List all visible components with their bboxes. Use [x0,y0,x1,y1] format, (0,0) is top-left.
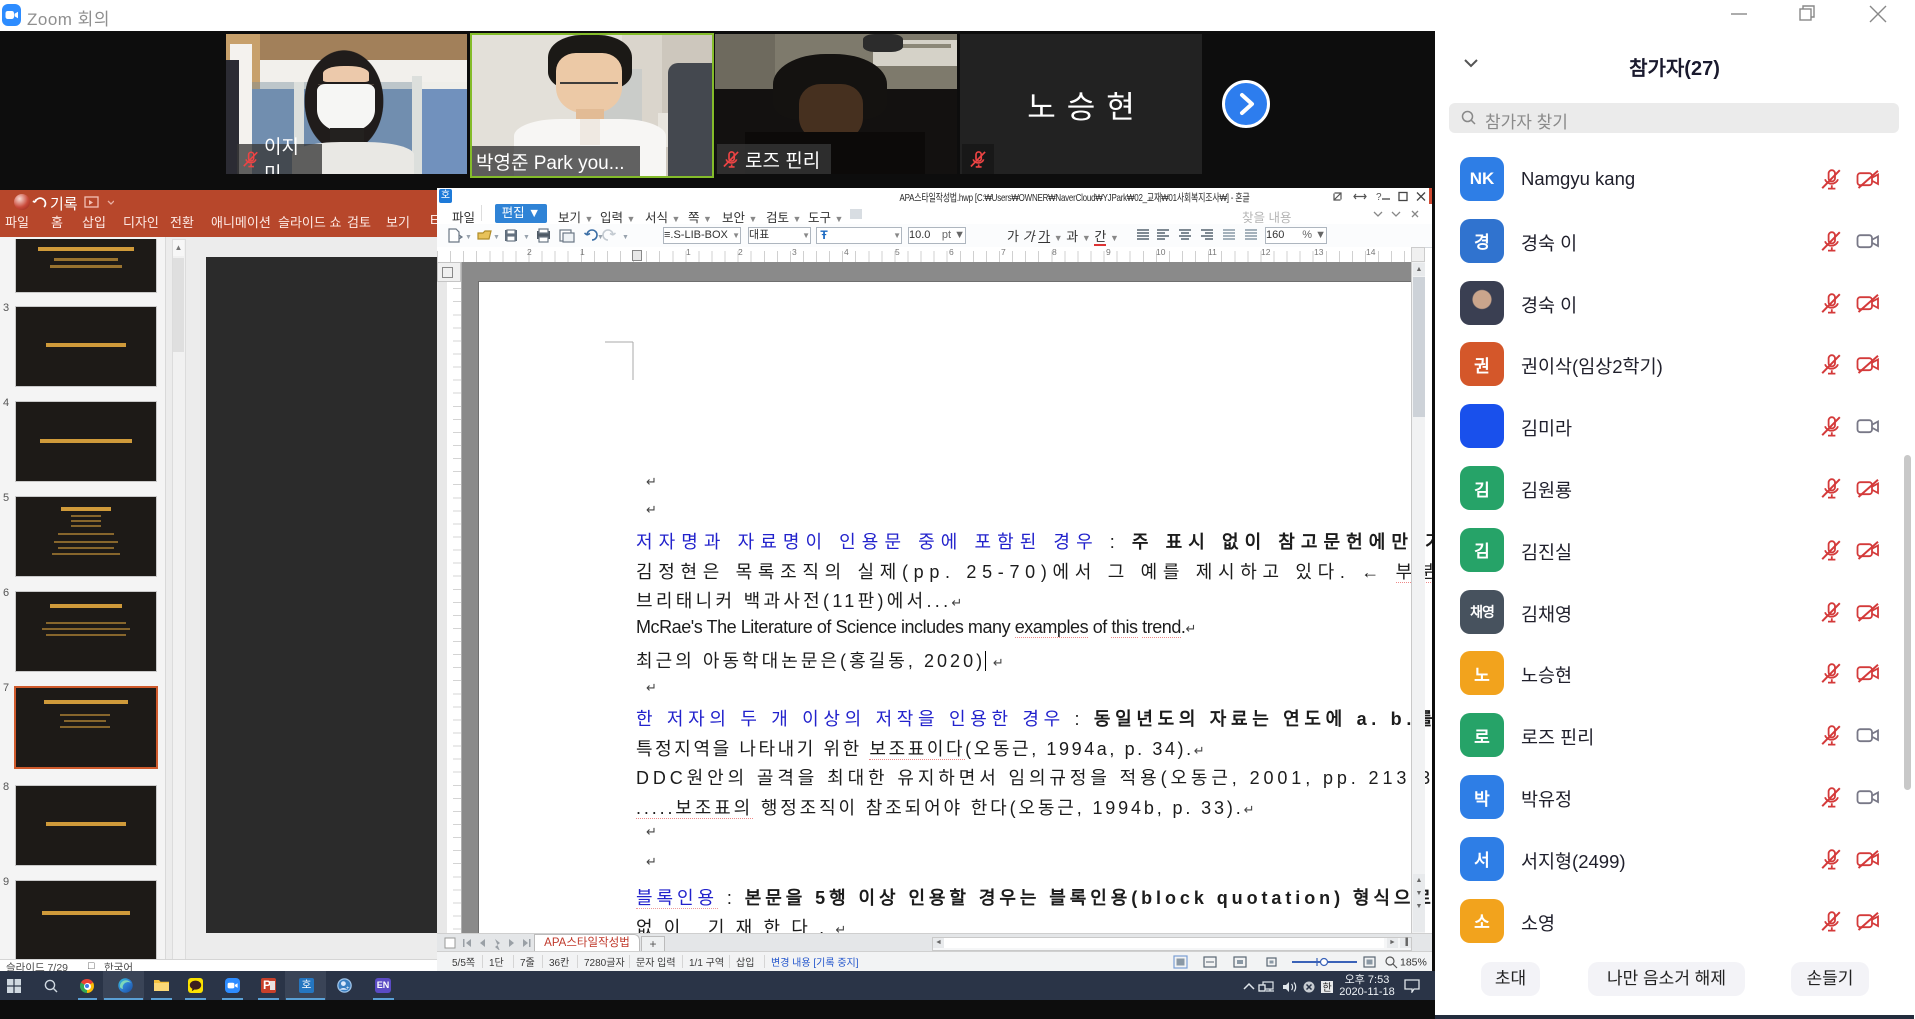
svg-text:▼: ▼ [523,234,530,241]
svg-text:+: + [346,986,350,992]
svg-text:▼: ▼ [493,234,500,241]
svg-text:▼: ▼ [465,234,472,241]
svg-text:▼: ▼ [597,234,604,241]
svg-text:▼: ▼ [622,234,629,241]
svg-text:185%: 185% [1400,957,1427,969]
svg-text:한: 한 [1323,982,1332,994]
